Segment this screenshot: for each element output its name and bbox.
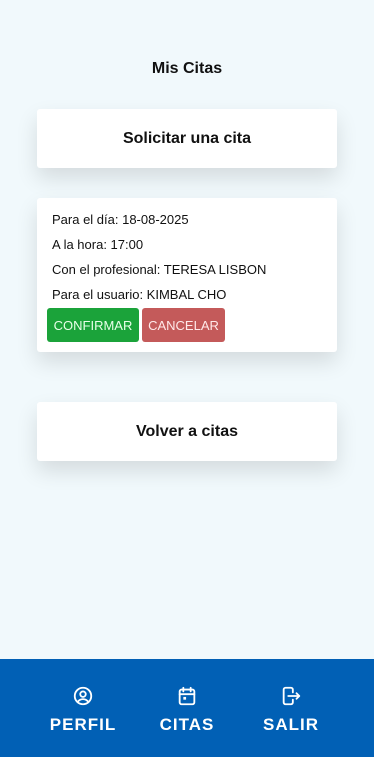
nav-label-salir: SALIR (263, 715, 319, 734)
nav-item-citas[interactable]: CITAS (137, 659, 237, 757)
page-title: Mis Citas (151, 60, 223, 77)
cancel-button[interactable]: CANCELAR (142, 308, 225, 342)
appointment-user: Para el usuario: KIMBAL CHO (52, 287, 227, 302)
appointment-card: Para el día: 18-08-2025 A la hora: 17:00… (37, 198, 337, 352)
request-appointment-button[interactable]: Solicitar una cita (37, 109, 337, 168)
nav-label-perfil: PERFIL (49, 715, 117, 734)
back-to-appointments-button[interactable]: Volver a citas (37, 402, 337, 461)
appointment-time: A la hora: 17:00 (52, 237, 144, 252)
appointment-date: Para el día: 18-08-2025 (52, 212, 189, 227)
bottom-nav: PERFIL CITAS SALIR (0, 659, 374, 757)
logout-icon (282, 686, 301, 706)
nav-item-perfil[interactable]: PERFIL (33, 659, 133, 757)
calendar-icon (178, 686, 196, 706)
nav-item-salir[interactable]: SALIR (241, 659, 341, 757)
user-circle-icon (73, 686, 93, 706)
appointment-professional: Con el profesional: TERESA LISBON (52, 262, 267, 277)
confirm-button[interactable]: CONFIRMAR (47, 308, 139, 342)
nav-label-citas: CITAS (159, 715, 215, 734)
